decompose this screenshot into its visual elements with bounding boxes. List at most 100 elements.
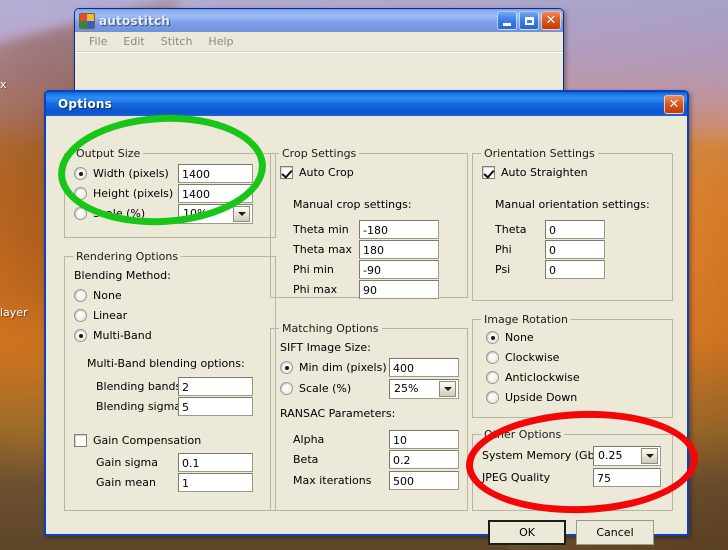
group-matching-options: Matching Options SIFT Image Size: Min di…: [270, 322, 468, 511]
input-alpha[interactable]: 10: [389, 430, 459, 449]
label-rotation-anticlockwise: Anticlockwise: [505, 371, 580, 384]
radio-rotation-clockwise[interactable]: [486, 351, 499, 364]
maximize-icon: [524, 16, 534, 25]
input-orientation-psi[interactable]: 0: [545, 260, 605, 279]
radio-rotation-anticlockwise[interactable]: [486, 371, 499, 384]
desktop-label-layer: layer: [0, 306, 28, 319]
autostitch-client-area: [75, 52, 563, 91]
input-phi-max[interactable]: 90: [359, 280, 439, 299]
label-rotation-none: None: [505, 331, 534, 344]
label-theta-max: Theta max: [293, 243, 352, 256]
maximize-button[interactable]: [519, 11, 539, 30]
label-sift-image-size: SIFT Image Size:: [280, 341, 371, 354]
label-phi: Phi: [495, 243, 512, 256]
group-image-rotation: Image Rotation None Clockwise Anticlockw…: [472, 313, 673, 418]
autostitch-window[interactable]: autostitch ✕ File Edit Stitch Help: [74, 8, 564, 91]
label-rotation-upside-down: Upside Down: [505, 391, 578, 404]
input-min-dim[interactable]: 400: [389, 358, 459, 377]
input-jpeg-quality[interactable]: 75: [593, 468, 661, 487]
input-blending-bands[interactable]: 2: [178, 377, 253, 396]
menu-item-file[interactable]: File: [81, 33, 115, 50]
combo-output-scale[interactable]: 10%: [178, 204, 253, 224]
radio-blend-multiband[interactable]: [74, 329, 87, 342]
minimize-button[interactable]: [497, 11, 517, 30]
checkbox-gain-compensation[interactable]: [74, 434, 87, 447]
label-blend-multiband: Multi-Band: [93, 329, 152, 342]
close-icon: ✕: [668, 96, 680, 112]
chevron-down-icon[interactable]: [439, 381, 456, 397]
group-orientation-settings: Orientation Settings Auto Straighten Man…: [472, 147, 673, 301]
combo-sift-scale[interactable]: 25%: [389, 379, 459, 399]
input-gain-sigma[interactable]: 0.1: [178, 453, 253, 472]
input-width[interactable]: 1400: [178, 164, 253, 183]
minimize-icon: [503, 22, 511, 26]
input-orientation-theta[interactable]: 0: [545, 220, 605, 239]
autostitch-title: autostitch: [99, 13, 171, 28]
label-height-pixels: Height (pixels): [93, 187, 174, 200]
input-orientation-phi[interactable]: 0: [545, 240, 605, 259]
label-phi-max: Phi max: [293, 283, 338, 296]
input-max-iterations[interactable]: 500: [389, 471, 459, 490]
checkbox-auto-crop[interactable]: [280, 166, 293, 179]
label-blending-bands: Blending bands: [96, 380, 182, 393]
ok-button[interactable]: OK: [488, 520, 566, 545]
label-sift-scale: Scale (%): [299, 382, 352, 395]
input-theta-min[interactable]: -180: [359, 220, 439, 239]
label-beta: Beta: [293, 453, 319, 466]
options-titlebar[interactable]: Options ✕: [46, 92, 687, 116]
label-scale-percent: Scale (%): [93, 207, 146, 220]
group-output-size: Output Size Width (pixels) 1400 Height (…: [64, 147, 276, 238]
menu-item-help[interactable]: Help: [200, 33, 241, 50]
menu-item-edit[interactable]: Edit: [115, 33, 152, 50]
chevron-down-icon[interactable]: [233, 206, 250, 222]
close-button[interactable]: ✕: [541, 11, 561, 30]
options-body: Output Size Width (pixels) 1400 Height (…: [46, 116, 687, 545]
checkbox-auto-straighten[interactable]: [482, 166, 495, 179]
combo-system-memory[interactable]: 0.25: [593, 446, 661, 466]
input-gain-mean[interactable]: 1: [178, 473, 253, 492]
label-theta: Theta: [495, 223, 527, 236]
input-phi-min[interactable]: -90: [359, 260, 439, 279]
input-blending-sigma[interactable]: 5: [178, 397, 253, 416]
label-manual-crop: Manual crop settings:: [293, 198, 412, 211]
label-max-iterations: Max iterations: [293, 474, 372, 487]
radio-rotation-none[interactable]: [486, 331, 499, 344]
input-theta-max[interactable]: 180: [359, 240, 439, 259]
label-rotation-clockwise: Clockwise: [505, 351, 560, 364]
close-icon: ✕: [545, 13, 557, 28]
combo-system-memory-value: 0.25: [598, 449, 623, 462]
label-auto-crop: Auto Crop: [299, 166, 354, 179]
radio-blend-linear[interactable]: [74, 309, 87, 322]
group-crop-settings: Crop Settings Auto Crop Manual crop sett…: [270, 147, 468, 299]
radio-height-pixels[interactable]: [74, 187, 87, 200]
radio-width-pixels[interactable]: [74, 167, 87, 180]
input-beta[interactable]: 0.2: [389, 450, 459, 469]
options-dialog[interactable]: Options ✕ Output Size Width (pixels) 140…: [44, 90, 689, 545]
label-multiband-options: Multi-Band blending options:: [87, 357, 245, 370]
label-phi-min: Phi min: [293, 263, 334, 276]
radio-scale-percent[interactable]: [74, 207, 87, 220]
label-blend-linear: Linear: [93, 309, 128, 322]
options-title: Options: [58, 97, 112, 111]
cancel-button[interactable]: Cancel: [576, 520, 654, 545]
radio-rotation-upside-down[interactable]: [486, 391, 499, 404]
label-theta-min: Theta min: [293, 223, 349, 236]
menubar: File Edit Stitch Help: [75, 32, 563, 52]
label-ransac-parameters: RANSAC Parameters:: [280, 407, 396, 420]
desktop-label-x: x: [0, 78, 7, 91]
autostitch-titlebar[interactable]: autostitch ✕: [75, 9, 563, 32]
menu-item-stitch[interactable]: Stitch: [153, 33, 201, 50]
radio-min-dim[interactable]: [280, 361, 293, 374]
input-height[interactable]: 1400: [178, 184, 253, 203]
radio-sift-scale[interactable]: [280, 382, 293, 395]
label-jpeg-quality: JPEG Quality: [482, 471, 551, 484]
options-close-button[interactable]: ✕: [664, 94, 684, 114]
group-other-options: Other Options System Memory (Gb) 0.25 JP…: [472, 428, 673, 511]
label-blend-none: None: [93, 289, 122, 302]
label-gain-sigma: Gain sigma: [96, 456, 159, 469]
label-gain-mean: Gain mean: [96, 476, 156, 489]
label-blending-method: Blending Method:: [74, 269, 171, 282]
radio-blend-none[interactable]: [74, 289, 87, 302]
chevron-down-icon[interactable]: [641, 448, 658, 464]
window-controls: ✕: [497, 11, 561, 30]
